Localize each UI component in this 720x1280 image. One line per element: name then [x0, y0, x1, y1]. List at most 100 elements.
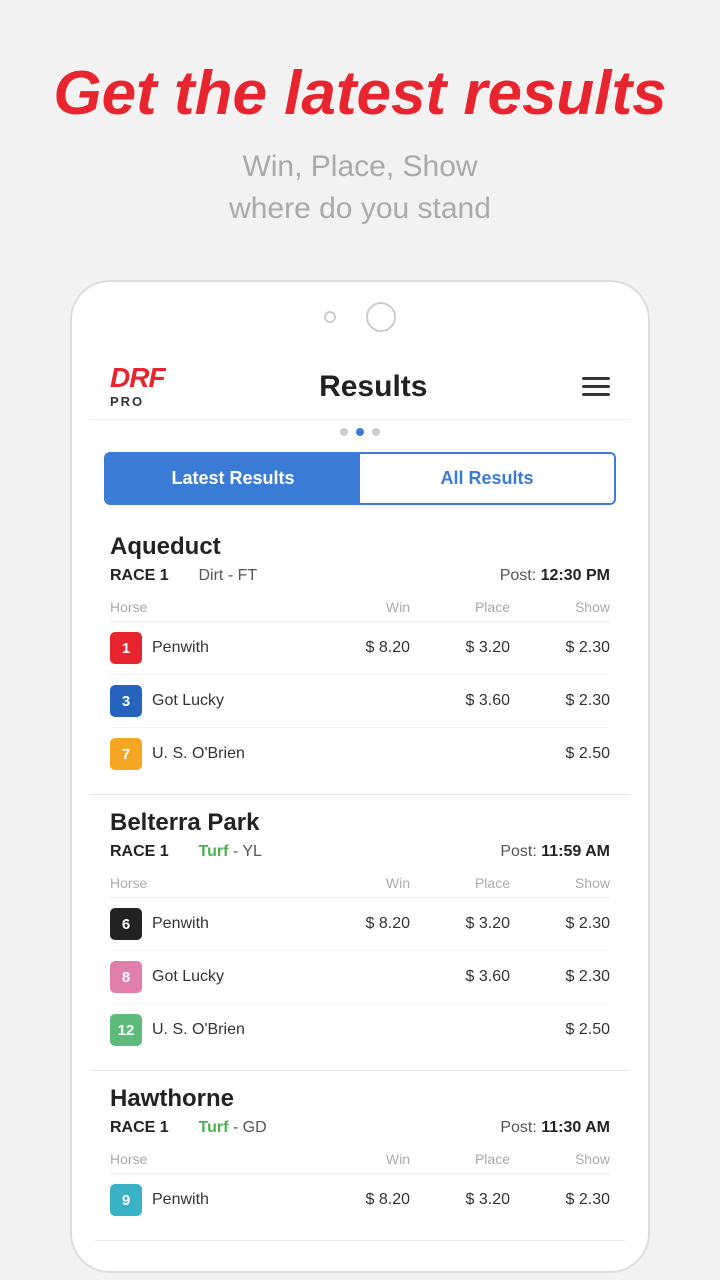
venue-name: Hawthorne [110, 1085, 610, 1113]
show-value: $ 2.30 [510, 1191, 610, 1209]
header-horse: Horse [110, 875, 310, 891]
drf-logo: DRF PRO [110, 364, 165, 409]
hero-title: Get the latest results [40, 60, 680, 128]
horse-name: Got Lucky [152, 968, 224, 986]
horse-info: 7 U. S. O'Brien [110, 738, 310, 770]
phone-camera [324, 311, 336, 323]
results-header: Horse Win Place Show [110, 1147, 610, 1174]
result-row: 3 Got Lucky $ 3.60 $ 2.30 [110, 675, 610, 728]
page-title: Results [319, 370, 427, 404]
header-horse: Horse [110, 1151, 310, 1167]
tab-bar: Latest Results All Results [104, 452, 616, 505]
post-time: Post: 12:30 PM [500, 567, 610, 585]
horse-name: U. S. O'Brien [152, 1021, 245, 1039]
horse-info: 1 Penwith [110, 632, 310, 664]
hamburger-menu-button[interactable] [582, 377, 610, 396]
tab-latest-results[interactable]: Latest Results [106, 454, 360, 503]
race-info-row: RACE 1 Turf - YL Post: 11:59 AM [110, 843, 610, 861]
race-section-2: Hawthorne RACE 1 Turf - GD Post: 11:30 A… [90, 1071, 630, 1241]
place-value: $ 3.60 [410, 692, 510, 710]
dot-2[interactable] [356, 428, 364, 436]
horse-number: 1 [110, 632, 142, 664]
horse-name: U. S. O'Brien [152, 745, 245, 763]
horse-number: 9 [110, 1184, 142, 1216]
result-row: 9 Penwith $ 8.20 $ 3.20 $ 2.30 [110, 1174, 610, 1226]
header-win: Win [310, 1151, 410, 1167]
race-label: RACE 1 [110, 843, 169, 860]
header-place: Place [410, 599, 510, 615]
race-surface: Turf [198, 843, 228, 860]
race-surface: Dirt [198, 567, 223, 584]
show-value: $ 2.30 [510, 968, 610, 986]
header-place: Place [410, 875, 510, 891]
venue-name: Aqueduct [110, 533, 610, 561]
show-value: $ 2.30 [510, 639, 610, 657]
result-row: 6 Penwith $ 8.20 $ 3.20 $ 2.30 [110, 898, 610, 951]
hamburger-line-3 [582, 393, 610, 396]
show-value: $ 2.50 [510, 1021, 610, 1039]
horse-info: 9 Penwith [110, 1184, 310, 1216]
horse-number: 8 [110, 961, 142, 993]
horse-number: 12 [110, 1014, 142, 1046]
show-value: $ 2.30 [510, 915, 610, 933]
win-value: $ 8.20 [310, 915, 410, 933]
horse-name: Got Lucky [152, 692, 224, 710]
app-screen: DRF PRO Results Latest Results All Resul… [90, 348, 630, 1241]
hero-subtitle: Win, Place, Show where do you stand [40, 146, 680, 230]
dot-1[interactable] [340, 428, 348, 436]
place-value: $ 3.20 [410, 915, 510, 933]
result-row: 7 U. S. O'Brien $ 2.50 [110, 728, 610, 780]
horse-number: 3 [110, 685, 142, 717]
header-show: Show [510, 1151, 610, 1167]
race-section-0: Aqueduct RACE 1 Dirt - FT Post: 12:30 PM… [90, 519, 630, 795]
post-time: Post: 11:59 AM [500, 843, 610, 861]
win-value: $ 8.20 [310, 639, 410, 657]
header-win: Win [310, 875, 410, 891]
race-sections: Aqueduct RACE 1 Dirt - FT Post: 12:30 PM… [90, 519, 630, 1241]
show-value: $ 2.30 [510, 692, 610, 710]
place-value: $ 3.20 [410, 1191, 510, 1209]
win-value: $ 8.20 [310, 1191, 410, 1209]
drf-brand-text: DRF [110, 364, 165, 392]
place-value: $ 3.20 [410, 639, 510, 657]
horse-name: Penwith [152, 915, 209, 933]
venue-name: Belterra Park [110, 809, 610, 837]
header-horse: Horse [110, 599, 310, 615]
phone-top-bar [82, 302, 638, 332]
place-value: $ 3.60 [410, 968, 510, 986]
show-value: $ 2.50 [510, 745, 610, 763]
phone-home-button [366, 302, 396, 332]
header-show: Show [510, 875, 610, 891]
race-surface: Turf [198, 1119, 228, 1136]
horse-info: 8 Got Lucky [110, 961, 310, 993]
hamburger-line-1 [582, 377, 610, 380]
phone-mockup: DRF PRO Results Latest Results All Resul… [70, 280, 650, 1273]
horse-info: 12 U. S. O'Brien [110, 1014, 310, 1046]
horse-name: Penwith [152, 1191, 209, 1209]
results-header: Horse Win Place Show [110, 595, 610, 622]
drf-pro-text: PRO [110, 394, 144, 409]
dot-3[interactable] [372, 428, 380, 436]
header-show: Show [510, 599, 610, 615]
result-row: 8 Got Lucky $ 3.60 $ 2.30 [110, 951, 610, 1004]
result-row: 1 Penwith $ 8.20 $ 3.20 $ 2.30 [110, 622, 610, 675]
results-header: Horse Win Place Show [110, 871, 610, 898]
hero-section: Get the latest results Win, Place, Show … [0, 0, 720, 260]
post-time: Post: 11:30 AM [500, 1119, 610, 1137]
result-row: 12 U. S. O'Brien $ 2.50 [110, 1004, 610, 1056]
horse-info: 3 Got Lucky [110, 685, 310, 717]
race-label: RACE 1 [110, 567, 169, 584]
race-section-1: Belterra Park RACE 1 Turf - YL Post: 11:… [90, 795, 630, 1071]
horse-name: Penwith [152, 639, 209, 657]
page-dots-indicator [90, 420, 630, 444]
race-info-row: RACE 1 Dirt - FT Post: 12:30 PM [110, 567, 610, 585]
hamburger-line-2 [582, 385, 610, 388]
header-place: Place [410, 1151, 510, 1167]
app-header: DRF PRO Results [90, 348, 630, 420]
race-info-row: RACE 1 Turf - GD Post: 11:30 AM [110, 1119, 610, 1137]
horse-number: 7 [110, 738, 142, 770]
horse-info: 6 Penwith [110, 908, 310, 940]
horse-number: 6 [110, 908, 142, 940]
tab-all-results[interactable]: All Results [360, 454, 614, 503]
race-label: RACE 1 [110, 1119, 169, 1136]
